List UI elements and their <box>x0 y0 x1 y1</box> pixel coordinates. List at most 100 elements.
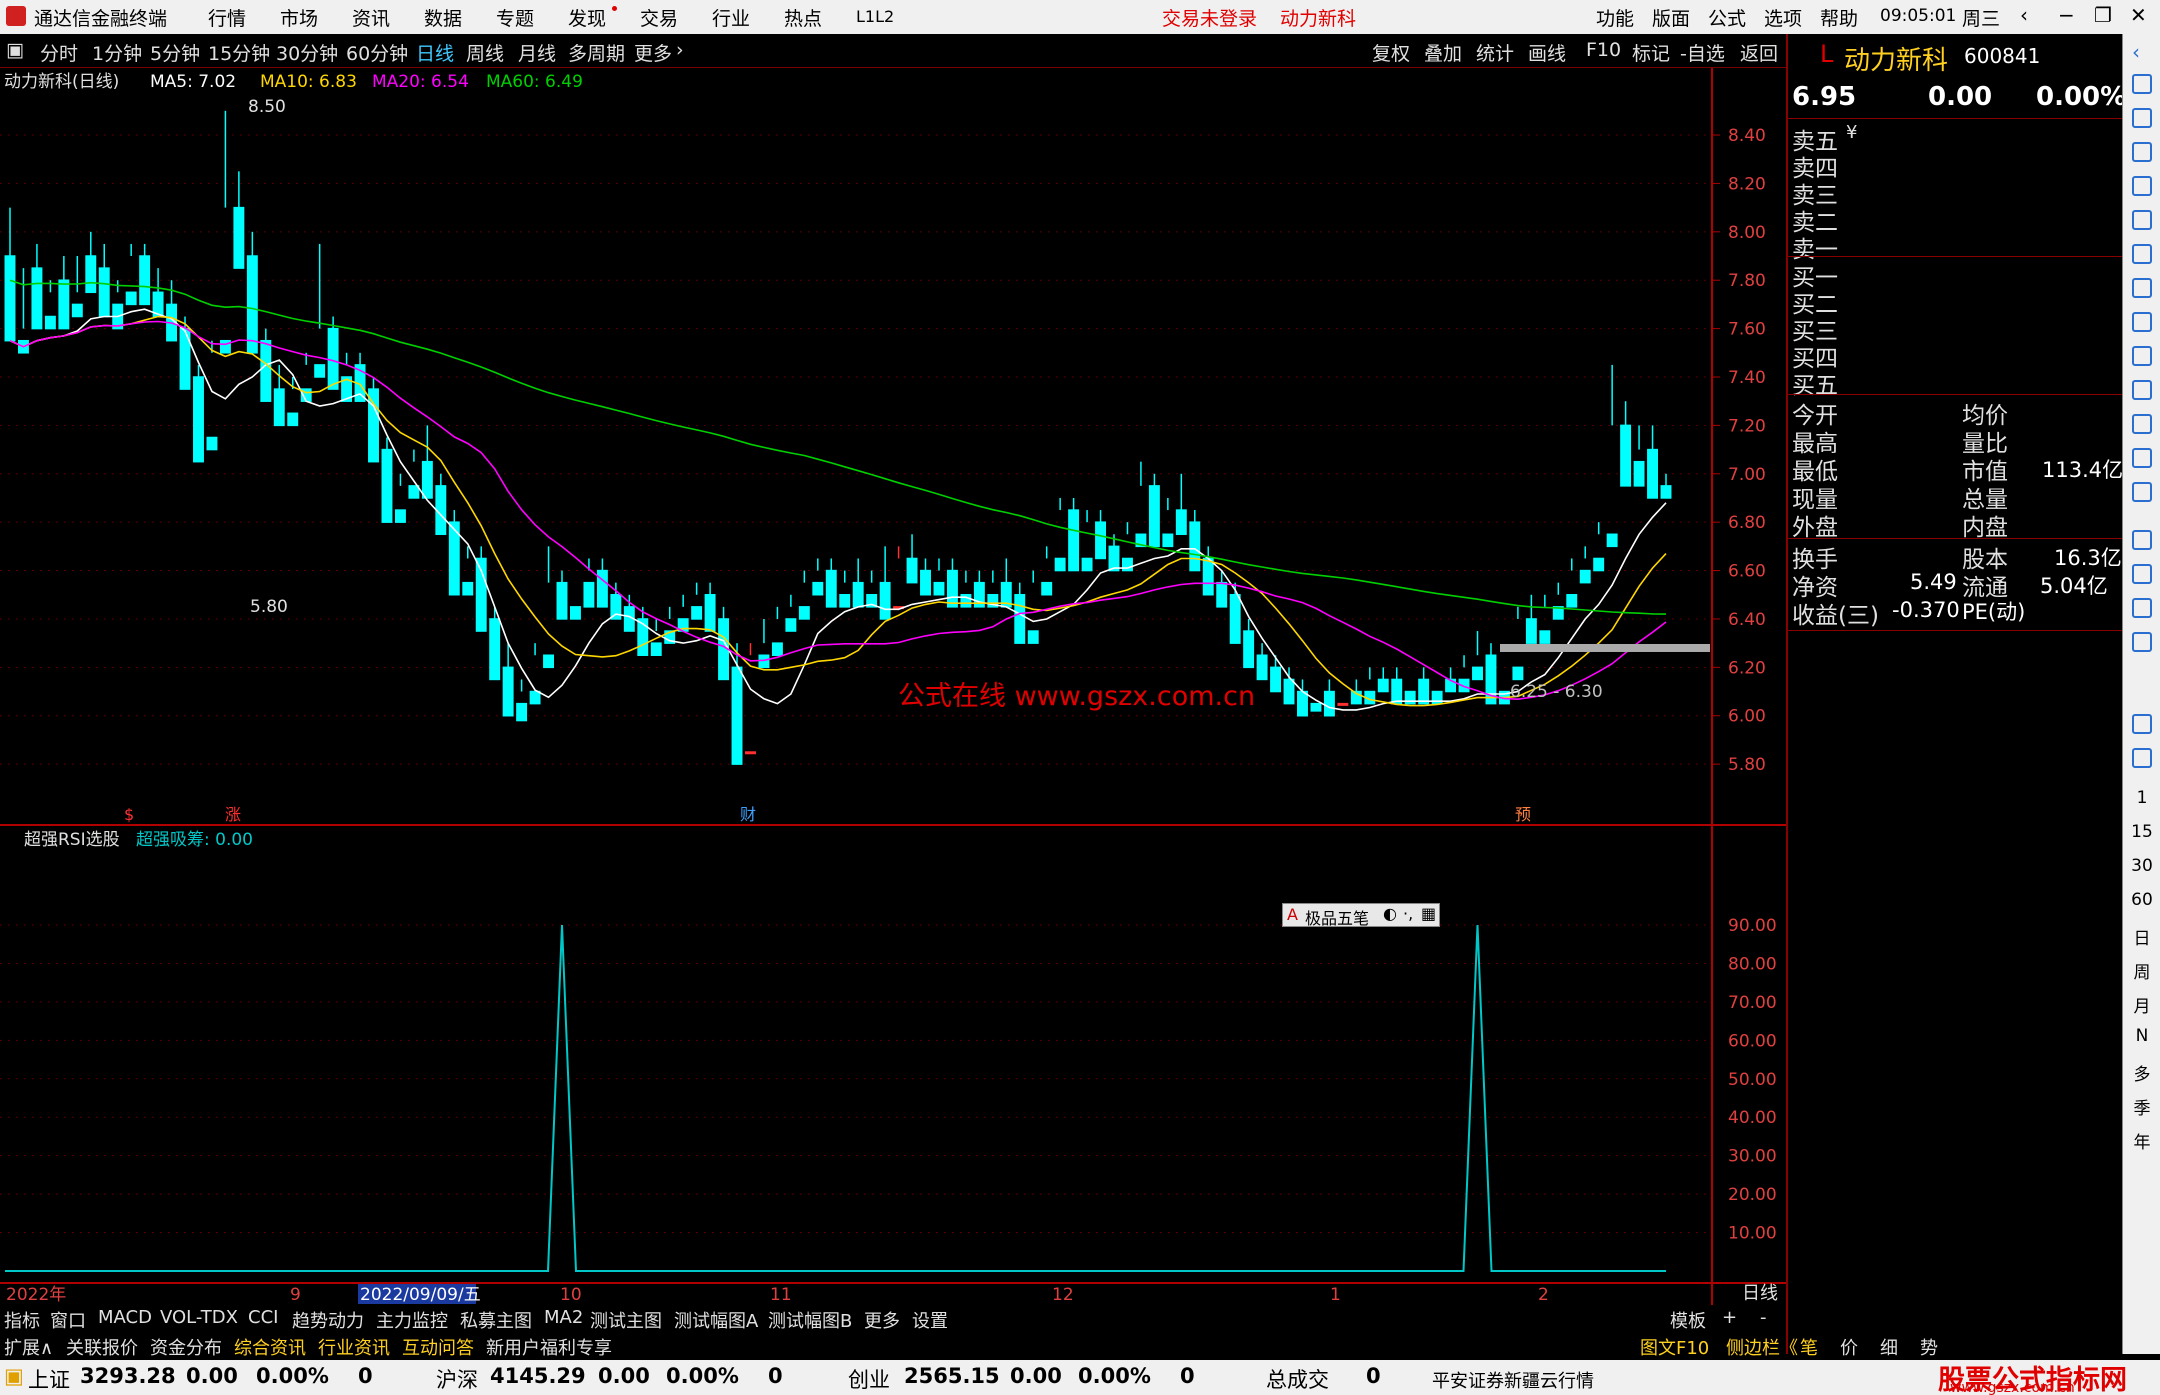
period-tab-multi[interactable]: 多周期 <box>568 39 625 66</box>
menu-quotes[interactable]: 行情 <box>208 4 246 31</box>
tab-window[interactable]: 窗口 <box>50 1307 86 1333</box>
tab-trend-power[interactable]: 趋势动力 <box>292 1307 364 1333</box>
tool-watchlist[interactable]: -自选 <box>1680 39 1725 66</box>
maximize-icon[interactable]: ❐ <box>2094 3 2112 27</box>
tab-qa[interactable]: 互动问答 <box>402 1334 474 1360</box>
period-tab-monthly[interactable]: 月线 <box>518 39 556 66</box>
add-window-button[interactable]: + <box>1722 1307 1737 1328</box>
menu-info[interactable]: 资讯 <box>352 4 390 31</box>
remove-window-button[interactable]: - <box>1760 1307 1767 1328</box>
ime-popup[interactable]: A 极品五笔 ◐ ·, ▦ <box>1282 903 1440 928</box>
tab-main-monitor[interactable]: 主力监控 <box>376 1307 448 1333</box>
period-tab-more[interactable]: 更多 <box>634 39 672 66</box>
menu-topic[interactable]: 专题 <box>496 4 534 31</box>
tab-test-sub-a[interactable]: 测试幅图A <box>674 1307 758 1333</box>
period-tab-daily[interactable]: 日线 <box>416 39 454 66</box>
menu-data[interactable]: 数据 <box>424 4 462 31</box>
tab-private-main[interactable]: 私募主图 <box>460 1307 532 1333</box>
cy-index-name[interactable]: 创业 <box>848 1364 890 1394</box>
tool-f10[interactable]: F10 <box>1586 39 1621 61</box>
menu-formula[interactable]: 公式 <box>1708 4 1746 31</box>
toggle-panel-icon[interactable]: ▣ <box>6 39 24 61</box>
macd-icon[interactable] <box>2132 530 2152 550</box>
tool-back[interactable]: 返回 <box>1740 39 1778 66</box>
tab-pen[interactable]: 笔 <box>1800 1334 1818 1360</box>
rsi-icon[interactable] <box>2132 564 2152 584</box>
period-month-side[interactable]: 月 <box>2123 992 2160 1017</box>
menu-industry[interactable]: 行业 <box>712 4 750 31</box>
list-icon[interactable] <box>2132 142 2152 162</box>
menu-market[interactable]: 市场 <box>280 4 318 31</box>
move-icon[interactable] <box>2132 598 2152 618</box>
tab-f10-graphic[interactable]: 图文F10 <box>1640 1334 1709 1360</box>
tab-sidebar[interactable]: 侧边栏《 <box>1726 1334 1798 1360</box>
period-1min-side[interactable]: 1 <box>2123 788 2160 808</box>
menu-trade[interactable]: 交易 <box>640 4 678 31</box>
period-tab-60min[interactable]: 60分钟 <box>346 39 408 66</box>
period-tab-intraday[interactable]: 分时 <box>40 39 78 66</box>
period-tab-weekly[interactable]: 周线 <box>466 39 504 66</box>
period-day-side[interactable]: 日 <box>2123 924 2160 949</box>
tab-cci[interactable]: CCI <box>248 1307 278 1328</box>
tab-test-main[interactable]: 测试主图 <box>590 1307 662 1333</box>
calendar-icon[interactable] <box>2132 448 2152 468</box>
menu-options[interactable]: 选项 <box>1764 4 1802 31</box>
tool-mark[interactable]: 标记 <box>1632 39 1670 66</box>
menu-hot[interactable]: 热点 <box>784 4 822 31</box>
tab-indicator[interactable]: 指标 <box>4 1307 40 1333</box>
tool-adjust[interactable]: 复权 <box>1372 39 1410 66</box>
period-tab-5min[interactable]: 5分钟 <box>150 39 200 66</box>
sh-index-name[interactable]: 上证 <box>28 1364 70 1394</box>
fs-icon[interactable] <box>2132 714 2152 734</box>
tab-general-news[interactable]: 综合资讯 <box>234 1334 306 1360</box>
hs-index-name[interactable]: 沪深 <box>436 1364 478 1394</box>
period-60min-side[interactable]: 60 <box>2123 890 2160 910</box>
trend-icon[interactable] <box>2132 210 2152 230</box>
tab-fund-distribution[interactable]: 资金分布 <box>150 1334 222 1360</box>
tab-trend[interactable]: 势 <box>1920 1334 1938 1360</box>
back-arrow-icon[interactable]: ‹ <box>2020 3 2028 27</box>
tool-overlay[interactable]: 叠加 <box>1424 39 1462 66</box>
kline-chart-area[interactable]: 5.80 6.00 6.20 6.40 6.60 6.80 7.00 7.20 7.40 7.60… <box>0 68 1786 1305</box>
refresh-icon[interactable] <box>2132 748 2152 768</box>
menu-discover[interactable]: 发现 <box>568 4 606 31</box>
tool-stats[interactable]: 统计 <box>1476 39 1514 66</box>
period-quarter-side[interactable]: 季 <box>2123 1094 2160 1119</box>
tool-draw[interactable]: 画线 <box>1528 39 1566 66</box>
tab-expand[interactable]: 扩展∧ <box>4 1334 53 1360</box>
period-n-side[interactable]: N <box>2123 1026 2160 1046</box>
f10-icon[interactable] <box>2132 312 2152 332</box>
keyboard-icon[interactable]: ▦ <box>1421 904 1436 923</box>
tab-related-quotes[interactable]: 关联报价 <box>66 1334 138 1360</box>
chevron-right-icon[interactable]: › <box>676 39 684 61</box>
stock-name-link[interactable]: 动力新科 <box>1280 4 1356 31</box>
tab-industry-news[interactable]: 行业资讯 <box>318 1334 390 1360</box>
period-year-side[interactable]: 年 <box>2123 1128 2160 1153</box>
f2-icon[interactable] <box>2132 414 2152 434</box>
document-icon[interactable] <box>2132 380 2152 400</box>
tab-new-user[interactable]: 新用户福利专享 <box>486 1334 612 1360</box>
tab-more[interactable]: 更多 <box>864 1307 900 1333</box>
period-tab-1min[interactable]: 1分钟 <box>92 39 142 66</box>
tab-vol-tdx[interactable]: VOL-TDX <box>160 1307 238 1328</box>
tab-ma2[interactable]: MA2 <box>544 1307 583 1328</box>
menu-layout[interactable]: 版面 <box>1652 4 1690 31</box>
period-week-side[interactable]: 周 <box>2123 958 2160 983</box>
tab-test-sub-b[interactable]: 测试幅图B <box>768 1307 852 1333</box>
grid-icon[interactable] <box>2132 176 2152 196</box>
candle-icon[interactable] <box>2132 244 2152 264</box>
news-icon[interactable] <box>2132 278 2152 298</box>
moon-icon[interactable]: ◐ <box>1383 904 1397 923</box>
menu-l1l2[interactable]: L1L2 <box>856 7 894 26</box>
arrow-down-icon[interactable] <box>2132 108 2152 128</box>
table-icon[interactable] <box>2132 346 2152 366</box>
tab-detail[interactable]: 细 <box>1880 1334 1898 1360</box>
pencil-icon[interactable] <box>2132 632 2152 652</box>
tab-price[interactable]: 价 <box>1840 1334 1858 1360</box>
menu-function[interactable]: 功能 <box>1596 4 1634 31</box>
period-30min-side[interactable]: 30 <box>2123 856 2160 876</box>
arrow-up-icon[interactable] <box>2132 74 2152 94</box>
tab-macd[interactable]: MACD <box>98 1307 152 1328</box>
period-tab-15min[interactable]: 15分钟 <box>208 39 270 66</box>
template-button[interactable]: 模板 <box>1670 1307 1706 1333</box>
